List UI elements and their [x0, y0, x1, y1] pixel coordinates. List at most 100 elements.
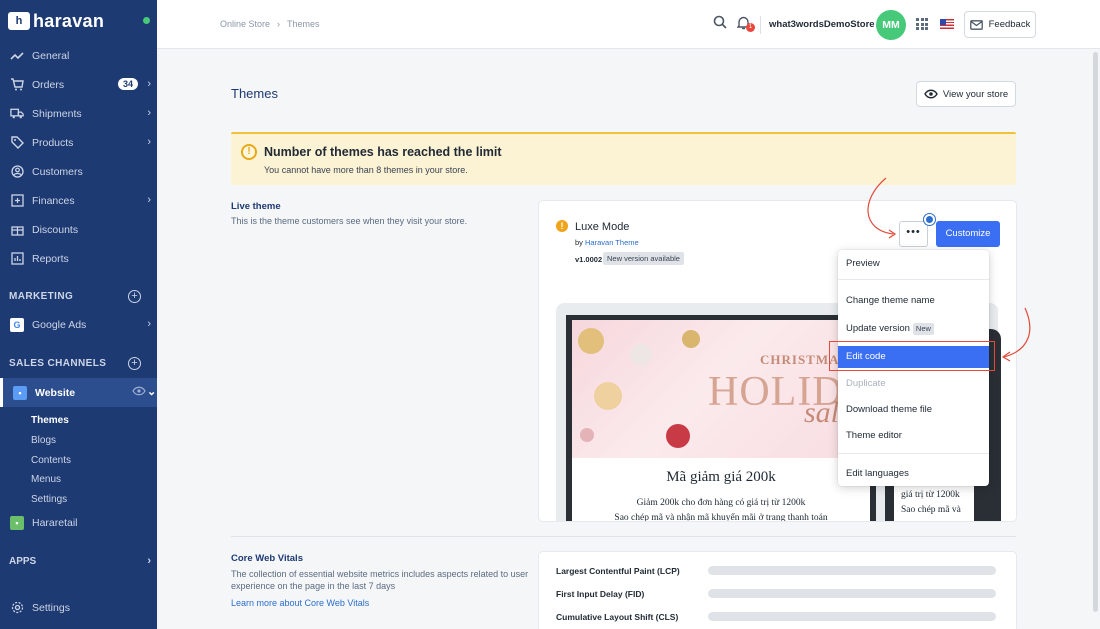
google-icon: G	[10, 317, 24, 332]
menu-separator	[838, 453, 989, 454]
apps-grid-icon[interactable]	[916, 18, 928, 30]
sales-channels-section-title: SALES CHANNELS	[9, 358, 107, 369]
mobile-promo-text-2: Sao chép mã và	[901, 505, 961, 515]
metric-fid-label: First Input Delay (FID)	[556, 589, 645, 599]
new-version-badge: New version available	[603, 252, 684, 265]
eye-icon[interactable]	[132, 386, 146, 399]
promo-subtitle-2: Sao chép mã và nhận mã khuyến mãi ở tran…	[614, 513, 828, 521]
menu-theme-editor[interactable]: Theme editor	[838, 425, 989, 447]
menu-preview[interactable]: Preview	[838, 253, 989, 275]
metric-lcp-label: Largest Contentful Paint (LCP)	[556, 566, 680, 576]
chevron-right-icon: ›	[147, 136, 151, 148]
ornament-gold-small	[682, 330, 700, 348]
sidebar-item-finances[interactable]: Finances ›	[0, 186, 157, 215]
sidebar-sub-themes[interactable]: Themes	[31, 415, 69, 426]
live-theme-title: Live theme	[231, 201, 281, 212]
sidebar-item-label: Discounts	[32, 223, 79, 236]
sidebar-item-hararetail[interactable]: ▪ Hararetail	[0, 508, 157, 537]
sidebar-item-label: Orders	[32, 78, 65, 91]
chevron-right-icon: ›	[147, 318, 151, 330]
add-marketing-icon[interactable]: +	[128, 290, 141, 303]
menu-update-version-label: Update version	[846, 323, 910, 334]
promo-subtitle: Giảm 200k cho đơn hàng có giá trị từ 120…	[636, 498, 806, 508]
sidebar-item-discounts[interactable]: Discounts	[0, 215, 157, 244]
brand[interactable]: h haravan	[0, 0, 157, 42]
customize-button[interactable]: Customize	[936, 221, 1000, 247]
menu-edit-languages[interactable]: Edit languages	[838, 463, 989, 485]
metric-cls-label: Cumulative Layout Shift (CLS)	[556, 612, 679, 622]
theme-author-link[interactable]: Haravan Theme	[585, 238, 639, 247]
store-name[interactable]: what3wordsDemoStore	[769, 19, 875, 30]
eye-icon	[924, 89, 938, 99]
avatar[interactable]: MM	[876, 10, 906, 40]
breadcrumb-themes[interactable]: Themes	[287, 19, 320, 29]
theme-version: v1.0002	[575, 255, 603, 264]
sidebar-item-apps[interactable]: APPS ›	[0, 547, 157, 576]
chevron-down-icon[interactable]: ⌄	[147, 385, 156, 398]
add-sales-channel-icon[interactable]: +	[128, 357, 141, 370]
ornament-pink	[580, 428, 594, 442]
trend-icon	[10, 49, 24, 63]
annotation-highlight-box	[829, 341, 995, 371]
report-icon	[10, 252, 24, 266]
website-icon: ▪	[13, 385, 27, 400]
promo-section: Mã giảm giá 200k Giảm 200k cho đơn hàng …	[572, 458, 870, 521]
sidebar-item-shipments[interactable]: Shipments ›	[0, 99, 157, 128]
chevron-right-icon: ›	[147, 555, 151, 567]
theme-author-prefix: by	[575, 238, 586, 247]
breadcrumb-separator: ›	[277, 19, 281, 29]
scrollbar-thumb[interactable]	[1093, 52, 1098, 612]
gear-icon	[10, 601, 24, 615]
sidebar-item-products[interactable]: Products ›	[0, 128, 157, 157]
sidebar-sub-menus[interactable]: Menus	[31, 474, 61, 485]
mobile-preview-screen: giá trị từ 1200k Sao chép mã và	[894, 485, 974, 521]
user-icon	[10, 165, 24, 179]
metric-fid-bar	[708, 589, 996, 598]
sidebar-item-label: Shipments	[32, 107, 82, 120]
menu-download[interactable]: Download theme file	[838, 399, 989, 421]
sidebar-item-label: Customers	[32, 165, 83, 178]
mail-icon	[969, 19, 983, 30]
ornament-star	[594, 382, 622, 410]
more-actions-button[interactable]: •••	[899, 221, 928, 247]
warning-icon: !	[241, 144, 257, 160]
sidebar-item-label: Finances	[32, 194, 75, 207]
new-badge: New	[912, 323, 934, 335]
sidebar-item-orders[interactable]: Orders 34 ›	[0, 70, 157, 99]
theme-limit-banner: ! Number of themes has reached the limit…	[231, 132, 1016, 185]
ornament-silver	[630, 344, 652, 366]
sidebar-item-reports[interactable]: Reports	[0, 244, 157, 273]
cart-icon	[10, 78, 24, 92]
sidebar-item-settings[interactable]: Settings	[0, 593, 157, 622]
section-divider	[231, 536, 1016, 537]
sidebar-item-website[interactable]: ▪ Website ⌄	[0, 378, 157, 407]
feedback-button[interactable]: Feedback	[964, 11, 1036, 38]
sidebar-item-general[interactable]: General	[0, 41, 157, 70]
menu-update-version[interactable]: Update version New	[838, 318, 989, 340]
orders-count-badge: 34	[117, 78, 138, 90]
search-icon[interactable]	[713, 15, 727, 32]
mobile-promo-text: giá trị từ 1200k	[901, 490, 960, 500]
sidebar-item-label: Website	[35, 386, 76, 399]
view-store-button[interactable]: View your store	[916, 81, 1016, 107]
metric-cls-bar	[708, 612, 996, 621]
finance-icon	[10, 194, 24, 208]
breadcrumb-online-store[interactable]: Online Store	[220, 19, 270, 29]
sidebar-item-google-ads[interactable]: G Google Ads ›	[0, 310, 157, 339]
sidebar-sub-contents[interactable]: Contents	[31, 455, 71, 466]
cwv-learn-more-link[interactable]: Learn more about Core Web Vitals	[231, 598, 369, 608]
sidebar-item-customers[interactable]: Customers	[0, 157, 157, 186]
annotation-dot	[924, 214, 935, 225]
chevron-right-icon: ›	[147, 194, 151, 206]
feedback-label: Feedback	[988, 19, 1031, 30]
alert-icon: !	[556, 220, 568, 232]
us-flag-icon[interactable]	[940, 19, 954, 29]
sidebar-sub-settings[interactable]: Settings	[31, 494, 67, 505]
menu-change-name[interactable]: Change theme name	[838, 290, 989, 312]
sidebar-sub-blogs[interactable]: Blogs	[31, 435, 56, 446]
top-bar: Online Store › Themes 1 what3wordsDemoStor…	[157, 0, 1100, 49]
banner-text: You cannot have more than 8 themes in yo…	[264, 165, 468, 175]
ornament-red	[666, 424, 690, 448]
banner-title: Number of themes has reached the limit	[264, 145, 502, 159]
view-store-label: View your store	[942, 88, 1009, 100]
